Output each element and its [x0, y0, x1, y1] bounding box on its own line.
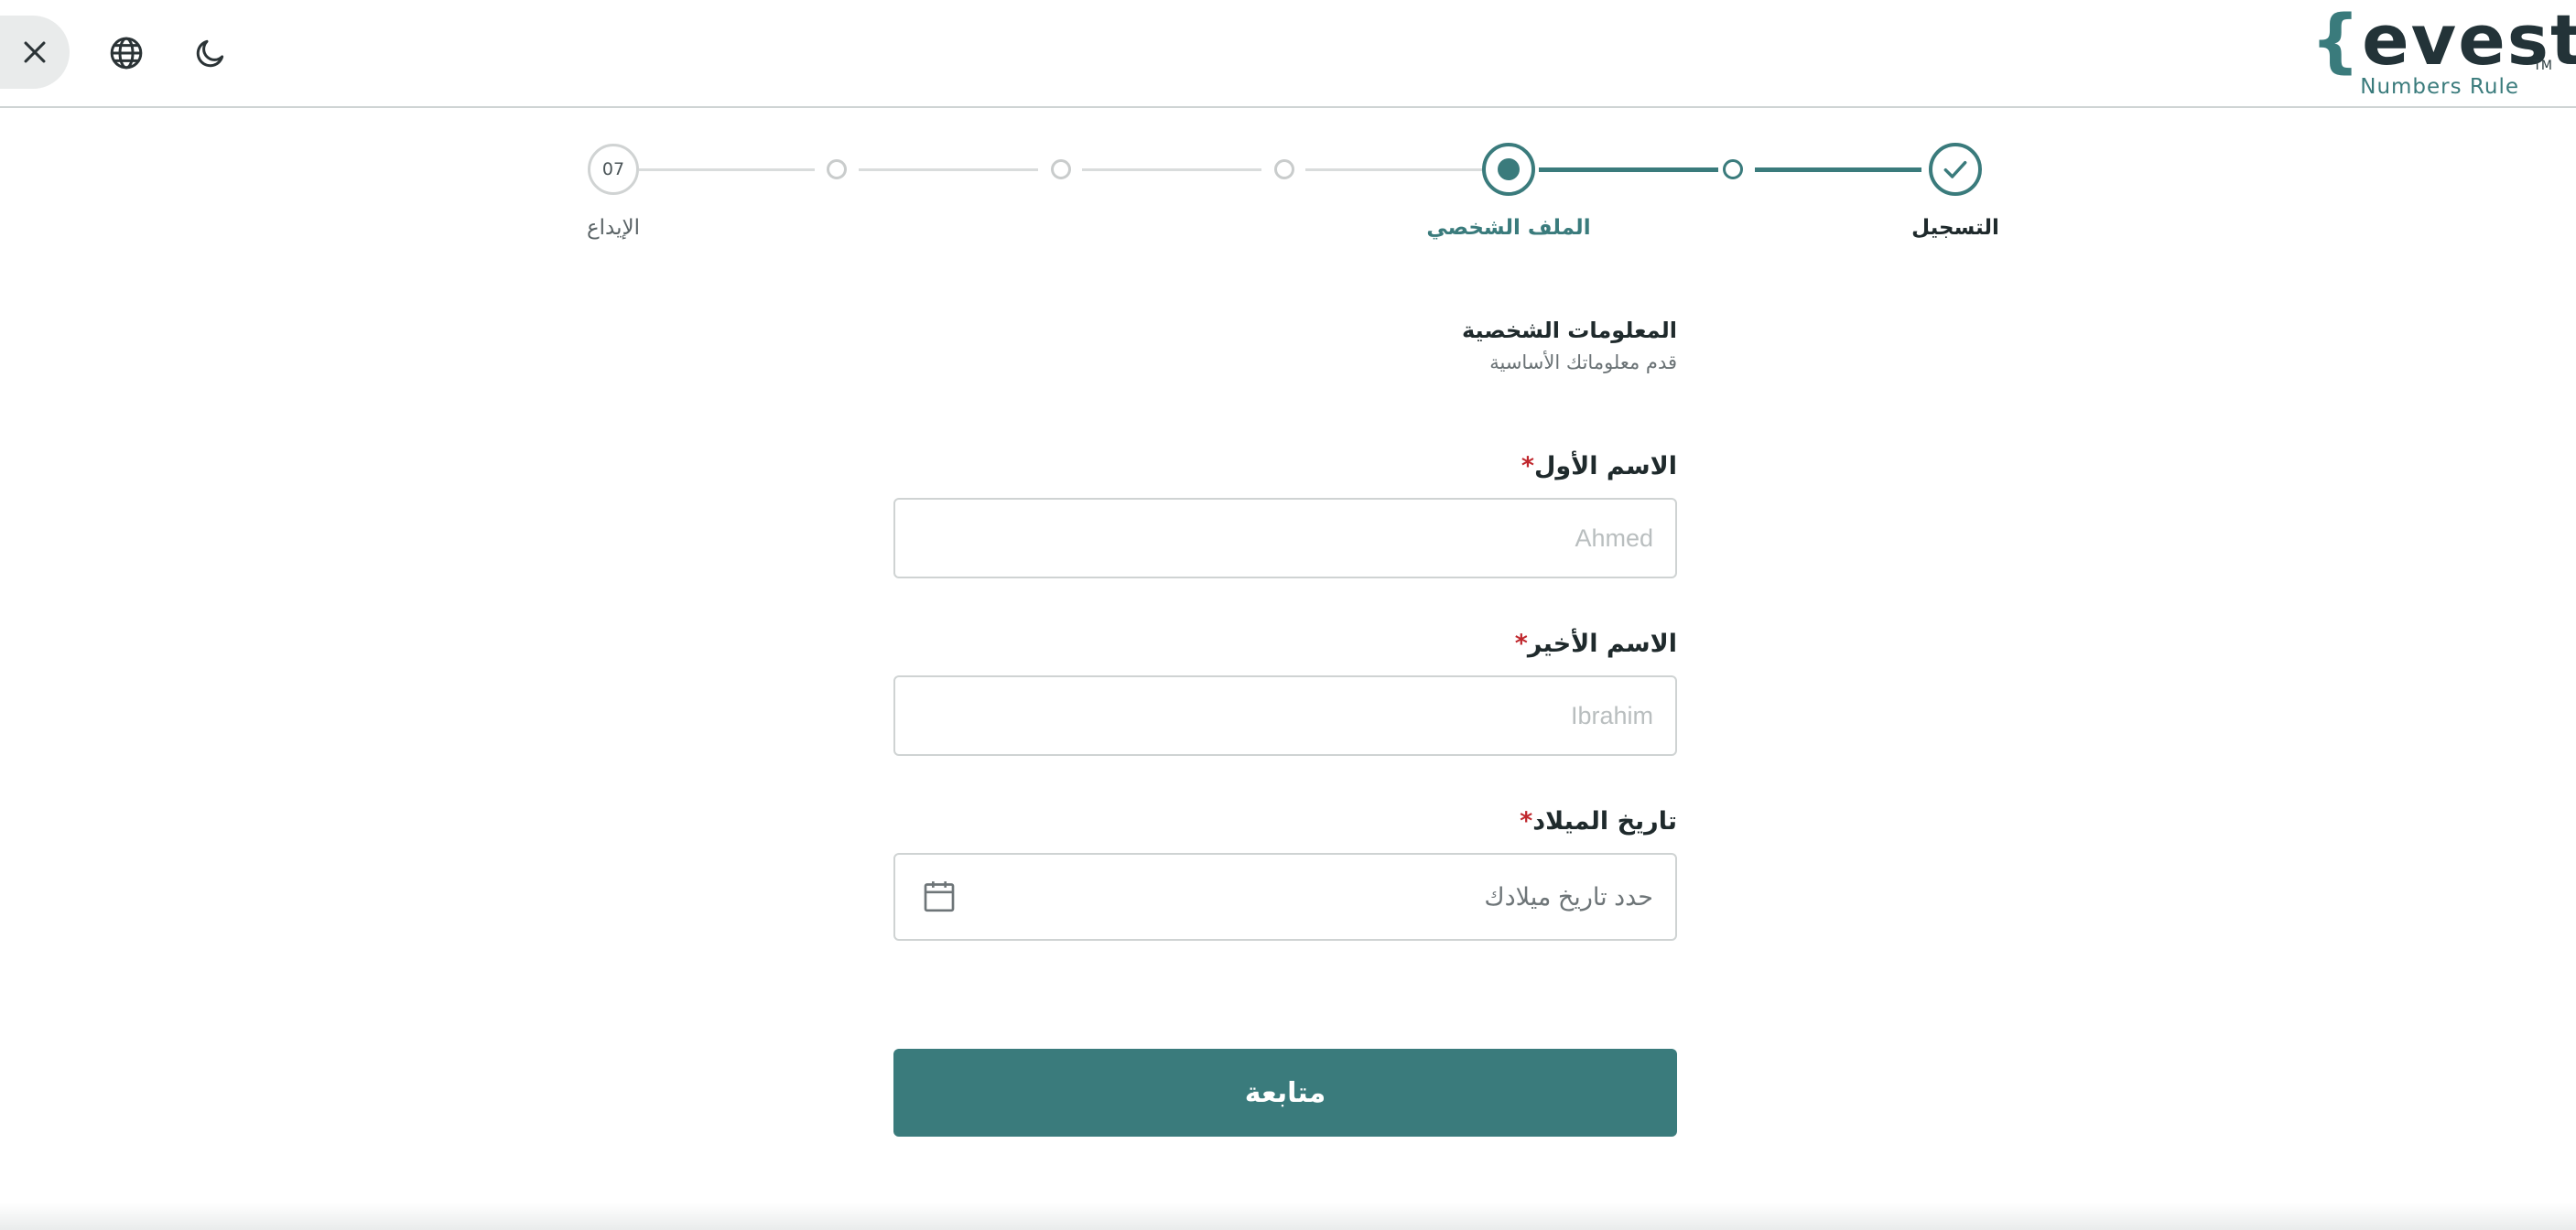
- last-name-label: الاسم الأخير*: [1514, 630, 1677, 658]
- first-name-label: الاسم الأول*: [1521, 452, 1677, 480]
- close-icon: [24, 41, 46, 63]
- close-button[interactable]: [0, 16, 70, 89]
- step-label-profile: الملف الشخصي: [1426, 216, 1591, 240]
- step-label-registration: التسجيل: [1911, 216, 1999, 240]
- step-5-node[interactable]: [1051, 159, 1071, 179]
- step-4-node[interactable]: [1274, 159, 1294, 179]
- step-1-node-done[interactable]: [1929, 143, 1982, 196]
- first-name-field[interactable]: [893, 498, 1677, 578]
- theme-toggle-button[interactable]: [187, 29, 234, 77]
- step-7-node[interactable]: 07: [588, 144, 639, 195]
- required-asterisk: *: [1520, 807, 1533, 836]
- globe-icon: [110, 37, 143, 70]
- last-name-input[interactable]: [895, 677, 1675, 754]
- stepper-line: [639, 168, 815, 171]
- step-6-node[interactable]: [827, 159, 847, 179]
- required-asterisk: *: [1521, 452, 1534, 480]
- logo-tagline: Numbers Rule: [2360, 75, 2519, 99]
- form-subtitle: قدم معلوماتك الأساسية: [1489, 351, 1677, 373]
- birth-date-field[interactable]: [893, 853, 1677, 941]
- stepper-line: [1082, 168, 1261, 171]
- step-label-deposit: الإيداع: [586, 216, 641, 240]
- stepper-line-active: [1539, 167, 1718, 172]
- step-3-node-current[interactable]: [1482, 143, 1535, 196]
- bottom-shadow: [0, 1203, 2576, 1230]
- stepper-line-active: [1755, 167, 1921, 172]
- step-7-number: 07: [601, 159, 625, 179]
- first-name-input[interactable]: [895, 500, 1675, 577]
- progress-stepper: 07 الإيداع الملف الشخصي التسجيل: [0, 137, 2576, 256]
- evest-logo[interactable]: {evest} TM Numbers Rule: [2311, 4, 2576, 102]
- last-name-field[interactable]: [893, 675, 1677, 756]
- logo-brace-open: {: [2311, 0, 2363, 81]
- required-asterisk: *: [1514, 630, 1528, 658]
- moon-icon: [196, 39, 224, 68]
- stepper-line: [1305, 168, 1485, 171]
- page: {evest} TM Numbers Rule 07 الإيداع ال: [0, 0, 2576, 1230]
- birth-date-label: تاريخ الميلاد*: [1520, 807, 1677, 836]
- top-bar: {evest} TM Numbers Rule: [0, 0, 2576, 108]
- step-2-node[interactable]: [1723, 159, 1743, 179]
- logo-trademark: TM: [2533, 59, 2552, 73]
- language-button[interactable]: [103, 29, 150, 77]
- continue-button[interactable]: متابعة: [893, 1049, 1677, 1137]
- form-title: المعلومات الشخصية: [1461, 318, 1677, 343]
- birth-date-input[interactable]: [895, 855, 1675, 939]
- check-icon: [1943, 160, 1967, 178]
- stepper-line: [859, 168, 1038, 171]
- calendar-icon[interactable]: [921, 877, 958, 915]
